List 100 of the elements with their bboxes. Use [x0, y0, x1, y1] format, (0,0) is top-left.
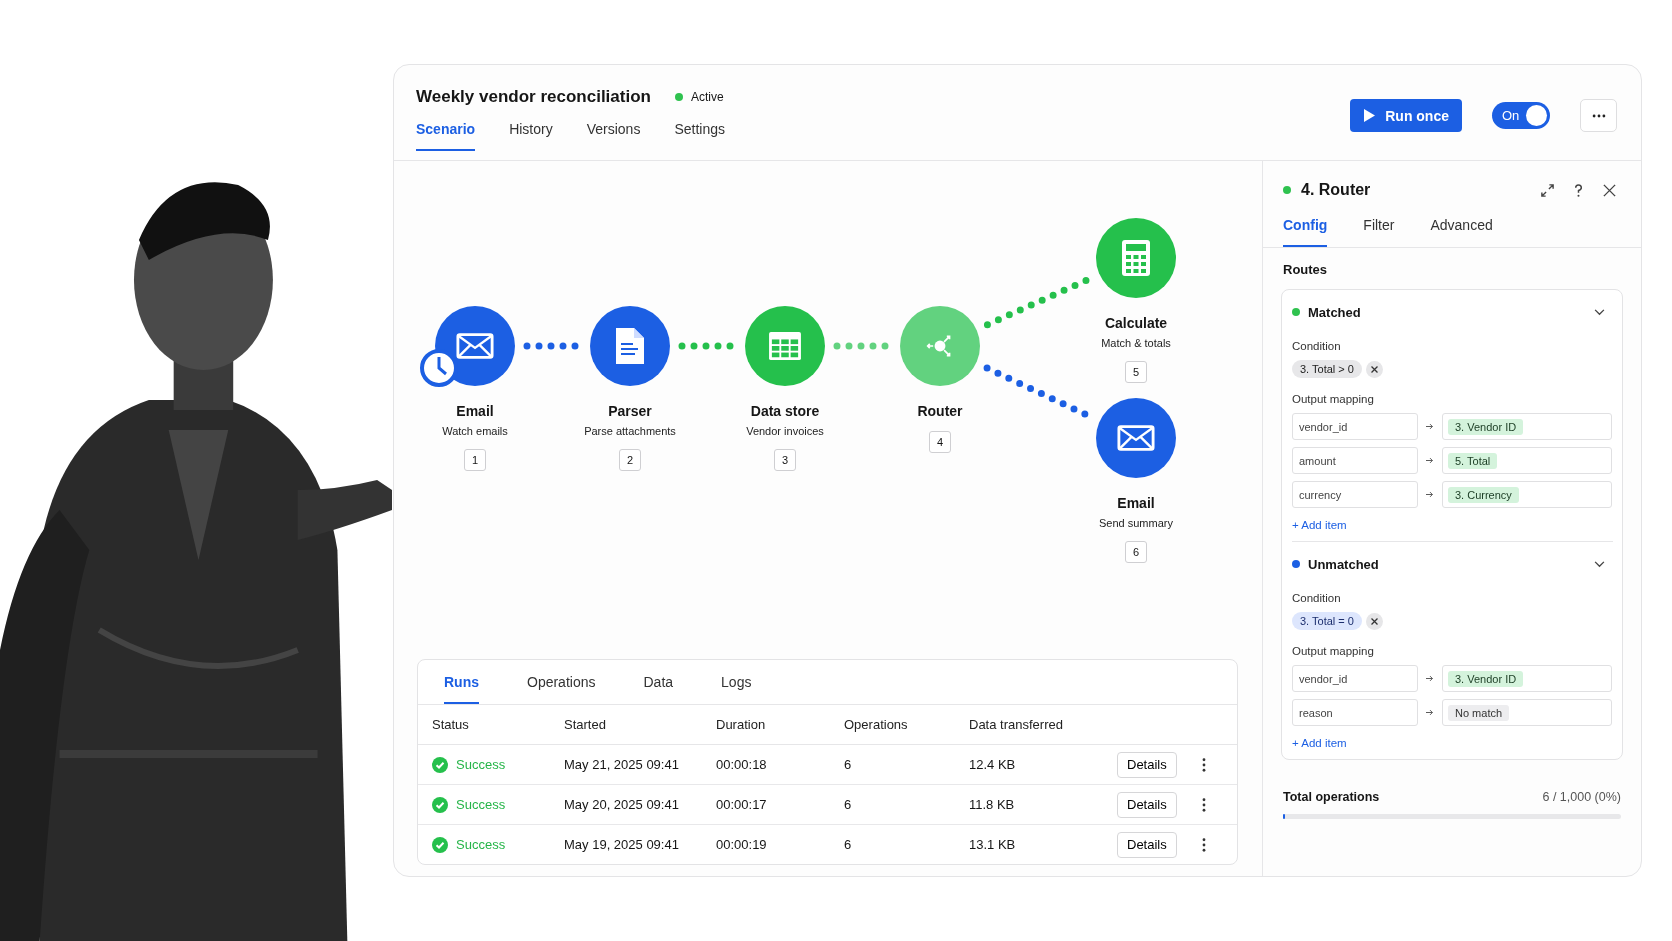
column-header: Data transferred	[969, 717, 1064, 732]
table-cell-text: 6	[844, 797, 853, 812]
node-title: Router	[917, 403, 963, 419]
field-label: Output mapping	[1292, 645, 1374, 657]
value-chip: 3. Vendor ID	[1448, 418, 1524, 435]
table-cell-text: 11.8 KB	[969, 797, 1016, 812]
column-header: Status	[432, 717, 470, 732]
table-icon	[766, 331, 804, 361]
details-button[interactable]: Details	[1117, 831, 1177, 858]
value-chip: No match	[1448, 704, 1510, 721]
tab[interactable]: Data	[643, 674, 674, 704]
status-text: Success	[456, 837, 506, 852]
table-cell-text: 13.1 KB	[969, 837, 1017, 852]
kebab-menu-icon[interactable]	[1202, 837, 1206, 852]
add-item-link[interactable]: + Add item	[1292, 515, 1347, 531]
input-field[interactable]: vendor_id	[1292, 665, 1418, 692]
arrow-icon	[1426, 491, 1434, 498]
tab[interactable]: Settings	[674, 121, 725, 151]
tab[interactable]: Logs	[721, 674, 752, 704]
tab[interactable]: History	[509, 121, 553, 151]
calculator-icon	[1122, 240, 1150, 276]
node-title: Calculate	[1104, 315, 1168, 331]
status-text: Success	[456, 797, 506, 812]
node-subtitle: Send summary	[1099, 517, 1173, 529]
tab[interactable]: Filter	[1363, 217, 1395, 247]
input-field[interactable]: 3. Currency	[1442, 481, 1612, 508]
tab[interactable]: Operations	[527, 674, 596, 704]
input-field[interactable]: 5. Total	[1442, 447, 1612, 474]
value-chip: 3. Currency	[1448, 486, 1519, 503]
expand-icon[interactable]	[1540, 182, 1555, 198]
arrow-icon	[1426, 423, 1434, 430]
column-header: Operations	[844, 717, 909, 732]
input-field[interactable]: 3. Vendor ID	[1442, 665, 1612, 692]
document-icon	[616, 328, 644, 364]
status-text: Success	[456, 757, 506, 772]
input-field[interactable]: amount	[1292, 447, 1418, 474]
envelope-icon	[1117, 423, 1155, 453]
column-header: Started	[564, 717, 607, 732]
node-subtitle: Parse attachments	[584, 425, 676, 437]
run-once-button[interactable]: Run once	[1350, 99, 1462, 132]
kebab-menu-icon[interactable]	[1202, 797, 1206, 812]
field-label: Condition	[1292, 340, 1341, 352]
column-header: Duration	[716, 717, 767, 732]
table-cell-text: May 21, 2025 09:41	[564, 757, 680, 772]
node-title: Parser	[608, 403, 652, 419]
table-cell-text: 00:00:17	[716, 797, 768, 812]
field-label: Output mapping	[1292, 393, 1374, 405]
add-item-link[interactable]: + Add item	[1292, 733, 1347, 749]
input-field[interactable]: vendor_id	[1292, 413, 1418, 440]
usage-value: 6 / 1,000 (0%)	[1542, 790, 1621, 804]
value-chip: 5. Total	[1448, 452, 1498, 469]
field-label: Condition	[1292, 592, 1341, 604]
details-button[interactable]: Details	[1117, 791, 1177, 818]
chevron-icon[interactable]	[1594, 308, 1605, 316]
play-icon	[1364, 109, 1376, 122]
node-number: 5	[1125, 361, 1147, 383]
value-chip: 3. Vendor ID	[1448, 670, 1524, 687]
arrow-icon	[1426, 675, 1434, 682]
usage-label: Total operations	[1283, 790, 1380, 804]
table-cell-text: 00:00:18	[716, 757, 768, 772]
tab[interactable]: Advanced	[1430, 217, 1493, 247]
node-number: 1	[464, 449, 486, 471]
remove-icon[interactable]	[1365, 360, 1383, 378]
arrow-icon	[1426, 709, 1434, 716]
node-title: Email	[1117, 495, 1155, 511]
kebab-menu-icon[interactable]	[1202, 757, 1206, 772]
node-title: Data store	[750, 403, 820, 419]
remove-icon[interactable]	[1365, 612, 1383, 630]
chevron-icon[interactable]	[1594, 560, 1605, 568]
tab[interactable]: Versions	[586, 121, 641, 151]
condition-chip: 3. Total > 0	[1292, 360, 1362, 378]
table-cell-text: 6	[844, 837, 853, 852]
status-label: Active	[690, 90, 724, 104]
node-number: 4	[929, 431, 951, 453]
close-icon[interactable]	[1602, 182, 1617, 198]
table-cell-text: 00:00:19	[716, 837, 768, 852]
input-field[interactable]: currency	[1292, 481, 1418, 508]
input-field[interactable]: reason	[1292, 699, 1418, 726]
table-cell-text: May 20, 2025 09:41	[564, 797, 680, 812]
node-title: Email	[456, 403, 494, 419]
tab[interactable]: Runs	[444, 674, 479, 704]
table-cell-text: 12.4 KB	[969, 757, 1017, 772]
input-field[interactable]: 3. Vendor ID	[1442, 413, 1612, 440]
node-subtitle: Vendor invoices	[746, 425, 824, 437]
panel-title: 4. Router	[1301, 181, 1372, 199]
node-subtitle: Watch emails	[442, 425, 508, 437]
table-cell-text: May 19, 2025 09:41	[564, 837, 680, 852]
input-field[interactable]: No match	[1442, 699, 1612, 726]
route-name: Unmatched	[1308, 556, 1380, 572]
node-number: 2	[619, 449, 641, 471]
tab[interactable]: Scenario	[416, 121, 476, 151]
table-cell-text: 6	[844, 757, 853, 772]
tab[interactable]: Config	[1283, 217, 1328, 247]
node-number: 6	[1125, 541, 1147, 563]
node-subtitle: Match & totals	[1101, 337, 1171, 349]
scenario-title: Weekly vendor reconciliation	[416, 87, 651, 107]
section-label: Routes	[1283, 262, 1329, 277]
toggle-switch[interactable]: On	[1492, 102, 1550, 129]
details-button[interactable]: Details	[1117, 751, 1177, 778]
condition-chip: 3. Total = 0	[1292, 612, 1362, 630]
